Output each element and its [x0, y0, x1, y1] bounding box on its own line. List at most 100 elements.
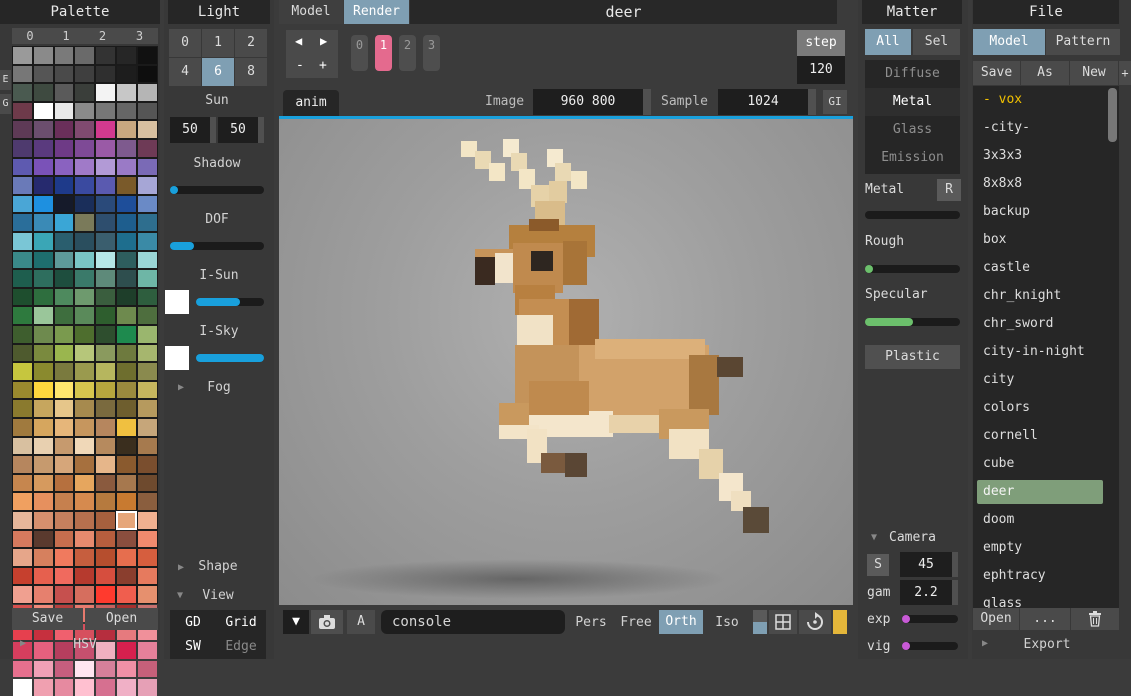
palette-swatch[interactable]	[96, 307, 115, 324]
palette-swatch[interactable]	[75, 660, 95, 678]
palette-swatch[interactable]	[13, 419, 32, 436]
palette-swatch[interactable]	[137, 177, 157, 194]
palette-swatch[interactable]	[117, 642, 136, 659]
palette-swatch[interactable]	[117, 177, 136, 194]
palette-swatch[interactable]	[33, 381, 53, 399]
palette-swatch[interactable]	[137, 679, 157, 696]
palette-swatch[interactable]	[96, 326, 115, 343]
palette-swatch[interactable]	[117, 121, 136, 138]
palette-swatch[interactable]	[33, 177, 53, 194]
shadow-slider[interactable]	[170, 186, 264, 194]
palette-swatch[interactable]	[33, 456, 53, 473]
palette-swatch[interactable]	[137, 530, 157, 548]
file-list-item[interactable]: 3x3x3	[977, 144, 1103, 168]
split-view-button[interactable]	[769, 610, 797, 634]
palette-tab-1[interactable]: 1	[48, 28, 84, 44]
palette-swatch[interactable]	[33, 65, 53, 83]
hsv-arrow-icon[interactable]: ▶	[20, 638, 26, 649]
palette-swatch[interactable]	[96, 679, 115, 696]
palette-swatch[interactable]	[13, 307, 32, 324]
palette-swatch[interactable]	[75, 400, 95, 417]
palette-swatch[interactable]	[33, 344, 53, 362]
palette-swatch[interactable]	[137, 65, 157, 83]
palette-swatch[interactable]	[96, 195, 115, 213]
file-list-item[interactable]: cube	[977, 452, 1103, 476]
palette-swatch[interactable]	[96, 65, 115, 83]
gi-button[interactable]: GI	[823, 90, 847, 114]
palette-swatch[interactable]	[13, 549, 32, 566]
palette-swatch[interactable]	[96, 140, 115, 157]
palette-swatch[interactable]	[75, 102, 95, 120]
palette-swatch[interactable]	[137, 549, 157, 566]
voxel-deer-model[interactable]	[279, 119, 853, 605]
file-list-item[interactable]: empty	[977, 536, 1103, 560]
palette-swatch[interactable]	[54, 214, 74, 231]
camera-arrow-icon[interactable]: ▼	[871, 532, 877, 543]
palette-swatch[interactable]	[117, 84, 136, 101]
palette-swatch[interactable]	[33, 214, 53, 231]
palette-swatch[interactable]	[54, 233, 74, 250]
file-list-item[interactable]: box	[977, 228, 1103, 252]
fov-value[interactable]: 45	[900, 552, 952, 577]
file-list-item[interactable]: -city-	[977, 116, 1103, 140]
palette-side-tab-e[interactable]: E	[0, 70, 11, 90]
palette-tab-3[interactable]: 3	[121, 28, 158, 44]
palette-swatch[interactable]	[13, 381, 32, 399]
material-diffuse[interactable]: Diffuse	[865, 66, 960, 81]
gam-value[interactable]: 2.2	[900, 580, 952, 605]
metal-reset-button[interactable]: R	[937, 179, 961, 201]
palette-swatch[interactable]	[137, 493, 157, 510]
palette-swatch[interactable]	[137, 326, 157, 343]
palette-swatch[interactable]	[75, 586, 95, 603]
layout-toggle-button[interactable]	[753, 610, 767, 634]
palette-swatch[interactable]	[117, 65, 136, 83]
palette-swatch[interactable]	[137, 344, 157, 362]
palette-swatch[interactable]	[54, 381, 74, 399]
palette-swatch[interactable]	[54, 140, 74, 157]
palette-swatch[interactable]	[137, 642, 157, 659]
palette-swatch[interactable]	[33, 47, 53, 64]
file-list-item[interactable]: doom	[977, 508, 1103, 532]
palette-swatch[interactable]	[75, 419, 95, 436]
palette-swatch[interactable]	[75, 307, 95, 324]
palette-swatch[interactable]	[117, 549, 136, 566]
palette-swatch[interactable]	[33, 400, 53, 417]
palette-swatch[interactable]	[117, 140, 136, 157]
material-metal[interactable]: Metal	[865, 88, 960, 116]
palette-swatch[interactable]	[137, 288, 157, 306]
palette-swatch[interactable]	[33, 642, 53, 659]
file-list-item[interactable]: chr_knight	[977, 284, 1103, 308]
free-projection-button[interactable]: Free	[616, 615, 656, 630]
palette-swatch[interactable]	[54, 251, 74, 269]
palette-swatch[interactable]	[54, 326, 74, 343]
palette-swatch[interactable]	[96, 530, 115, 548]
palette-swatch[interactable]	[54, 307, 74, 324]
remove-frame-icon[interactable]: -	[296, 58, 304, 73]
file-more-button[interactable]: ...	[1020, 608, 1070, 630]
palette-swatch[interactable]	[117, 456, 136, 473]
palette-swatch[interactable]	[54, 493, 74, 510]
palette-swatch[interactable]	[54, 437, 74, 455]
palette-swatch[interactable]	[117, 660, 136, 678]
view-sw-button[interactable]: SW	[178, 639, 208, 654]
file-list-item[interactable]: chr_sword	[977, 312, 1103, 336]
gam-handle[interactable]	[952, 580, 958, 605]
plastic-button[interactable]: Plastic	[865, 345, 960, 369]
palette-swatch[interactable]	[13, 586, 32, 603]
light-num-0[interactable]: 0	[169, 29, 201, 57]
file-save-as-button[interactable]: As	[1021, 61, 1069, 85]
palette-swatch[interactable]	[13, 363, 32, 380]
palette-swatch[interactable]	[13, 195, 32, 213]
palette-swatch[interactable]	[13, 251, 32, 269]
palette-swatch[interactable]	[13, 344, 32, 362]
palette-swatch[interactable]	[33, 419, 53, 436]
metal-slider[interactable]	[865, 211, 960, 219]
pers-projection-button[interactable]: Pers	[571, 615, 611, 630]
palette-swatch[interactable]	[96, 363, 115, 380]
exp-slider[interactable]	[902, 615, 958, 623]
file-list-scroll-thumb[interactable]	[1108, 88, 1117, 142]
palette-tab-0[interactable]: 0	[12, 28, 48, 44]
palette-swatch[interactable]	[75, 344, 95, 362]
console-menu-button[interactable]: ▼	[283, 610, 309, 634]
palette-swatch[interactable]	[54, 474, 74, 492]
